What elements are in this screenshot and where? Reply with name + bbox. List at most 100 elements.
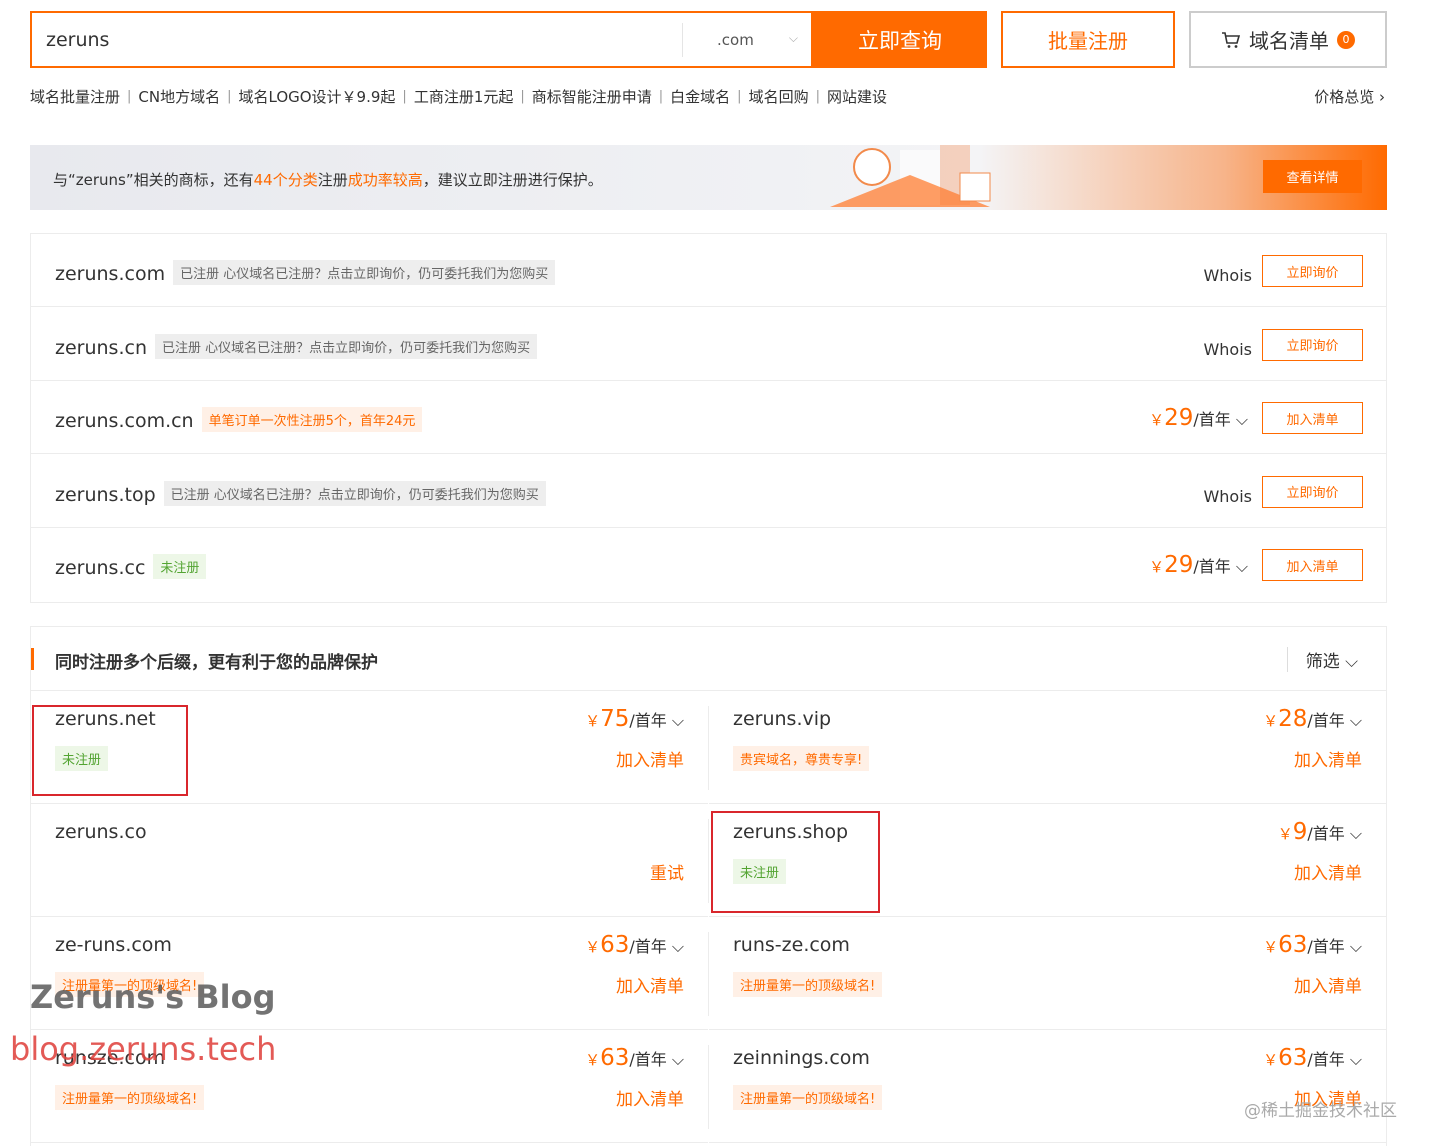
price-value: 63 <box>600 1045 630 1071</box>
add-to-cart-link[interactable]: 加入清单 <box>1294 859 1362 884</box>
add-to-cart-button[interactable]: 加入清单 <box>1262 402 1363 434</box>
currency-symbol: ￥ <box>1263 1051 1279 1069</box>
price: ￥28/首年 ⌵ <box>1263 706 1362 732</box>
link-separator: | <box>815 89 820 104</box>
domain-name: zeruns.cc 未注册 <box>55 554 207 579</box>
suggestion-item: zeruns.vip 贵宾域名，尊贵专享! ￥28/首年 ⌵ 加入清单 <box>709 692 1386 804</box>
price-value: 63 <box>1278 932 1308 958</box>
www-illustration <box>830 145 991 207</box>
add-to-cart-link[interactable]: 加入清单 <box>616 972 684 997</box>
watermark-community: @稀土掘金技术社区 <box>1244 1101 1397 1121</box>
suffix-select[interactable]: .com ⌵ <box>682 23 812 57</box>
price-value: 29 <box>1164 552 1194 578</box>
currency-symbol: ￥ <box>1149 558 1165 576</box>
chevron-down-icon[interactable]: ⌵ <box>1236 410 1248 429</box>
price: ￥29/首年 ⌵ <box>1149 552 1248 578</box>
status-tag: 已注册 心仪域名已注册？点击立即询价，仍可委托我们为您购买 <box>163 480 546 506</box>
link-separator: | <box>227 89 232 104</box>
chevron-down-icon[interactable]: ⌵ <box>672 937 684 956</box>
domain-name: zeruns.top 已注册 心仪域名已注册？点击立即询价，仍可委托我们为您购买 <box>55 480 546 506</box>
chevron-down-icon[interactable]: ⌵ <box>672 1050 684 1069</box>
page: .com ⌵ 立即查询 批量注册 域名清单 0 域名批量注册 | CN地方域名 | 域名… <box>0 0 1435 1146</box>
quick-link[interactable]: CN地方域名 <box>138 86 220 107</box>
currency-symbol: ￥ <box>585 1051 601 1069</box>
link-separator: | <box>658 89 664 104</box>
price: ￥63/首年 ⌵ <box>585 1045 684 1071</box>
domain-cart-button[interactable]: 域名清单 0 <box>1189 11 1387 68</box>
chevron-down-icon[interactable]: ⌵ <box>1350 824 1362 843</box>
price: ￥29/首年 ⌵ <box>1149 405 1248 431</box>
chevron-right-icon: › <box>1379 88 1385 106</box>
price-value: 9 <box>1292 819 1308 845</box>
quick-link[interactable]: 白金域名 <box>670 86 730 107</box>
view-details-button[interactable]: 查看详情 <box>1263 160 1362 193</box>
quick-link[interactable]: 工商注册1元起 <box>414 86 514 107</box>
whois-link[interactable]: Whois <box>1203 340 1252 359</box>
price-unit: /首年 <box>1307 937 1345 956</box>
quick-link[interactable]: 域名回购 <box>749 86 809 107</box>
quick-link[interactable]: 网站建设 <box>827 86 887 107</box>
status-tag: 注册量第一的顶级域名! <box>733 972 883 997</box>
suggestions-title: 同时注册多个后缀，更有利于您的品牌保护 <box>55 653 378 673</box>
chevron-down-icon[interactable]: ⌵ <box>1350 1050 1362 1069</box>
price: ￥9/首年 ⌵ <box>1278 819 1362 845</box>
inquire-button[interactable]: 立即询价 <box>1262 255 1363 287</box>
currency-symbol: ￥ <box>585 712 601 730</box>
currency-symbol: ￥ <box>1277 825 1293 843</box>
add-to-cart-button[interactable]: 加入清单 <box>1262 549 1363 581</box>
chevron-down-icon[interactable]: ⌵ <box>1350 937 1362 956</box>
bulk-register-button[interactable]: 批量注册 <box>1001 11 1175 68</box>
price: ￥63/首年 ⌵ <box>585 932 684 958</box>
domain-name: ze-runs.com <box>55 934 172 956</box>
domain-name: zeinnings.com <box>733 1047 870 1069</box>
domain-name: zeruns.com.cn 单笔订单一次性注册5个，首年24元 <box>55 407 423 432</box>
suffix-value: .com <box>717 31 754 49</box>
banner-text: 与“zeruns”相关的商标，还有44个分类注册成功率较高，建议立即注册进行保护… <box>53 171 603 189</box>
whois-link[interactable]: Whois <box>1203 487 1252 506</box>
trademark-banner: 与“zeruns”相关的商标，还有44个分类注册成功率较高，建议立即注册进行保护… <box>30 145 1387 210</box>
price: ￥63/首年 ⌵ <box>1263 932 1362 958</box>
query-button[interactable]: 立即查询 <box>813 11 987 68</box>
inquire-button[interactable]: 立即询价 <box>1262 328 1363 361</box>
price-value: 63 <box>1278 1045 1308 1071</box>
quick-link[interactable]: 域名LOGO设计￥9.9起 <box>239 86 396 107</box>
status-tag: 贵宾域名，尊贵专享! <box>733 746 870 771</box>
quick-link[interactable]: 域名批量注册 <box>30 86 120 107</box>
chevron-down-icon: ⌵ <box>1345 652 1358 672</box>
result-row: zeruns.com.cn 单笔订单一次性注册5个，首年24元 ￥29/首年 ⌵ 加入… <box>31 381 1386 454</box>
price-overview-link[interactable]: 价格总览 › <box>1314 86 1385 107</box>
status-tag: 已注册 心仪域名已注册？点击立即询价，仍可委托我们为您购买 <box>155 333 538 359</box>
filter-dropdown[interactable]: 筛选 ⌵ <box>1286 647 1358 672</box>
chevron-down-icon[interactable]: ⌵ <box>1236 557 1248 576</box>
link-separator: | <box>737 89 742 104</box>
highlight-box-shop <box>711 811 880 913</box>
link-separator: | <box>402 89 407 104</box>
price-unit: /首年 <box>1193 410 1231 429</box>
chevron-down-icon[interactable]: ⌵ <box>672 711 684 730</box>
add-to-cart-link[interactable]: 加入清单 <box>616 1085 684 1110</box>
cart-label: 域名清单 <box>1249 29 1329 53</box>
search-input[interactable] <box>46 23 666 57</box>
suggestion-item: runs-ze.com 注册量第一的顶级域名! ￥63/首年 ⌵ 加入清单 <box>709 918 1386 1030</box>
search-results: zeruns.com 已注册 心仪域名已注册？点击立即询价，仍可委托我们为您购买 W… <box>30 233 1387 603</box>
chevron-down-icon[interactable]: ⌵ <box>1350 711 1362 730</box>
price-unit: /首年 <box>629 711 667 730</box>
price: ￥75/首年 ⌵ <box>585 706 684 732</box>
price: ￥63/首年 ⌵ <box>1263 1045 1362 1071</box>
price-unit: /首年 <box>629 1050 667 1069</box>
quick-link[interactable]: 商标智能注册申请 <box>532 86 652 107</box>
add-to-cart-link[interactable]: 加入清单 <box>1294 746 1362 771</box>
domain-name: runs-ze.com <box>733 934 850 956</box>
price-unit: /首年 <box>1307 711 1345 730</box>
inquire-button[interactable]: 立即询价 <box>1262 475 1363 508</box>
chevron-down-icon: ⌵ <box>788 31 798 45</box>
whois-link[interactable]: Whois <box>1203 266 1252 285</box>
add-to-cart-link[interactable]: 加入清单 <box>1294 972 1362 997</box>
price-value: 29 <box>1164 405 1194 431</box>
price-value: 75 <box>600 706 630 732</box>
price-unit: /首年 <box>1307 1050 1345 1069</box>
add-to-cart-link[interactable]: 加入清单 <box>616 746 684 771</box>
retry-link[interactable]: 重试 <box>650 859 684 884</box>
suggestion-item: zeruns.co 重试 <box>31 805 708 917</box>
result-row: zeruns.cn 已注册 心仪域名已注册？点击立即询价，仍可委托我们为您购买 Wh… <box>31 308 1386 381</box>
